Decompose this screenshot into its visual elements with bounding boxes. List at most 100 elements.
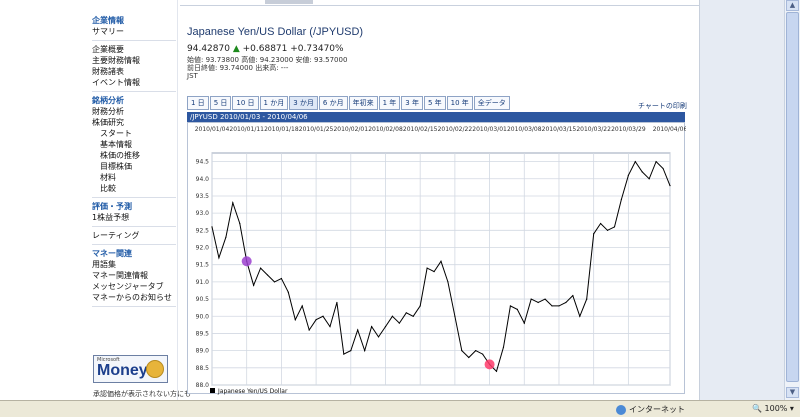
sidebar-item[interactable]: 財務諸表	[0, 66, 177, 77]
tab-range[interactable]: 1 か月	[259, 96, 289, 110]
detail-line-3: JST	[187, 72, 198, 80]
sidebar-item[interactable]: マネー関連情報	[0, 270, 177, 281]
sidebar-heading: 評価・予測	[92, 202, 132, 211]
data-point	[287, 291, 289, 293]
data-point	[627, 174, 629, 176]
zoom-control[interactable]: 🔍 100% ▾	[752, 404, 794, 413]
x-tick-label: 2010/02/15	[403, 126, 438, 133]
sidebar-item[interactable]: 1株益予想	[0, 212, 177, 223]
tab-range[interactable]: 全データ	[473, 96, 510, 110]
data-point	[454, 315, 456, 317]
change: +0.68871	[242, 44, 288, 54]
x-tick-label: 2010/03/22	[576, 126, 611, 133]
money-logo-icon	[146, 360, 164, 378]
sidebar-item[interactable]: メッセンジャータブ	[0, 281, 177, 292]
data-point	[384, 325, 387, 328]
sidebar-item[interactable]: マネーからのお知らせ	[0, 292, 177, 303]
globe-icon	[616, 404, 626, 415]
data-point	[593, 233, 595, 235]
quote-line: 94.42870 ▲ +0.68871 +0.73470%	[187, 44, 344, 54]
change-pct: +0.73470%	[290, 44, 344, 54]
data-point	[537, 301, 539, 304]
sidebar-item[interactable]: イベント情報	[0, 77, 177, 88]
print-chart-link[interactable]: チャートの印刷	[638, 101, 687, 111]
data-point	[655, 160, 657, 163]
sidebar-footer[interactable]: 承認価格が表示されない方にも	[93, 389, 191, 399]
tab-range[interactable]: 5 年	[423, 96, 446, 110]
x-tick-label: 2010/03/29	[611, 126, 646, 133]
sidebar-item[interactable]: 主要財務情報	[0, 55, 177, 66]
sidebar-item[interactable]: レーティング	[0, 230, 177, 241]
data-point	[475, 350, 477, 352]
data-point	[218, 257, 220, 259]
y-tick-label: 94.0	[196, 176, 210, 183]
y-tick-label: 92.5	[196, 227, 210, 234]
y-tick-label: 89.5	[196, 330, 210, 337]
sidebar-item[interactable]: 株価研究	[0, 117, 177, 128]
data-point	[606, 229, 609, 231]
data-point	[572, 295, 574, 297]
data-point	[301, 305, 303, 307]
up-arrow-icon: ▲	[232, 44, 240, 54]
msn-money-logo[interactable]: Microsoft Money	[93, 355, 168, 383]
data-point	[648, 178, 650, 180]
sidebar-item[interactable]: 用語集	[0, 259, 177, 270]
data-point	[329, 325, 331, 328]
tab-range[interactable]: 3 か月	[289, 96, 318, 110]
highlight-marker	[241, 256, 252, 267]
data-point	[419, 305, 421, 307]
scrollbar-thumb[interactable]	[786, 12, 799, 382]
sidebar-item[interactable]: 企業概要	[0, 44, 177, 55]
sidebar-subitem[interactable]: 株価の推移	[0, 150, 177, 161]
tab-range[interactable]: 3 年	[401, 96, 423, 110]
data-point	[468, 356, 470, 359]
scroll-up-icon[interactable]: ▲	[786, 0, 799, 11]
tab-range[interactable]: 年初来	[348, 96, 378, 110]
sidebar-item[interactable]: サマリー	[0, 26, 177, 37]
data-point	[426, 267, 428, 269]
scroll-down-icon[interactable]: ▼	[786, 387, 799, 398]
x-tick-label: 2010/02/22	[438, 126, 473, 133]
data-point	[225, 236, 227, 238]
browser-viewport: 企業情報 サマリー 企業概要 主要財務情報 財務諸表 イベント情報 銘柄分析 財務分析 株価研究…	[0, 0, 800, 400]
data-point	[509, 305, 511, 307]
vertical-scrollbar[interactable]: ▲ ▼	[784, 0, 800, 400]
sidebar: 企業情報 サマリー 企業概要 主要財務情報 財務諸表 イベント情報 銘柄分析 財務分析 株価研究…	[0, 0, 178, 400]
sidebar-item[interactable]: 財務分析	[0, 106, 177, 117]
tab-range[interactable]: 10 日	[232, 96, 259, 110]
sidebar-subitem[interactable]: 目標株価	[0, 161, 177, 172]
sidebar-subitem[interactable]: 材料	[0, 172, 177, 183]
y-tick-label: 90.5	[196, 296, 210, 303]
tab-range[interactable]: 10 年	[446, 96, 473, 110]
highlight-marker	[484, 359, 495, 370]
sidebar-subitem[interactable]: 比較	[0, 183, 177, 194]
sidebar-heading: マネー関連	[92, 249, 132, 258]
data-point	[211, 226, 213, 228]
sidebar-heading: 銘柄分析	[92, 96, 124, 105]
sidebar-subitem[interactable]: スタート	[0, 128, 177, 139]
divider	[92, 306, 176, 307]
data-point	[280, 277, 282, 280]
tab-range[interactable]: 1 年	[378, 96, 401, 110]
data-point	[530, 298, 532, 300]
tab-range[interactable]: 6 か月	[318, 96, 348, 110]
data-point	[461, 350, 463, 352]
data-point	[600, 222, 602, 225]
sidebar-subitem[interactable]: 基本情報	[0, 139, 177, 150]
data-point	[551, 305, 553, 307]
y-tick-label: 90.0	[196, 313, 210, 320]
chart-area: 2010/01/04 2010/01/11 2010/01/18 2010/01/25…	[187, 122, 687, 395]
divider	[92, 244, 176, 245]
y-tick-label: 91.0	[196, 279, 210, 286]
data-point	[232, 202, 234, 204]
quote-details: 始値: 93.73800 高値: 94.23000 安値: 93.57000 前…	[187, 56, 347, 80]
data-point	[398, 322, 400, 324]
range-tabs: 1 日5 日 10 日1 か月 3 か月 6 か月 年初来 1 年3 年5 年 10 年全デ…	[187, 96, 511, 111]
badge-name: Money	[97, 362, 148, 379]
data-point	[294, 319, 296, 321]
data-point	[364, 350, 366, 352]
data-point	[641, 171, 643, 173]
tab-range[interactable]: 1 日	[187, 96, 209, 110]
tab-range[interactable]: 5 日	[209, 96, 232, 110]
data-point	[273, 281, 276, 283]
